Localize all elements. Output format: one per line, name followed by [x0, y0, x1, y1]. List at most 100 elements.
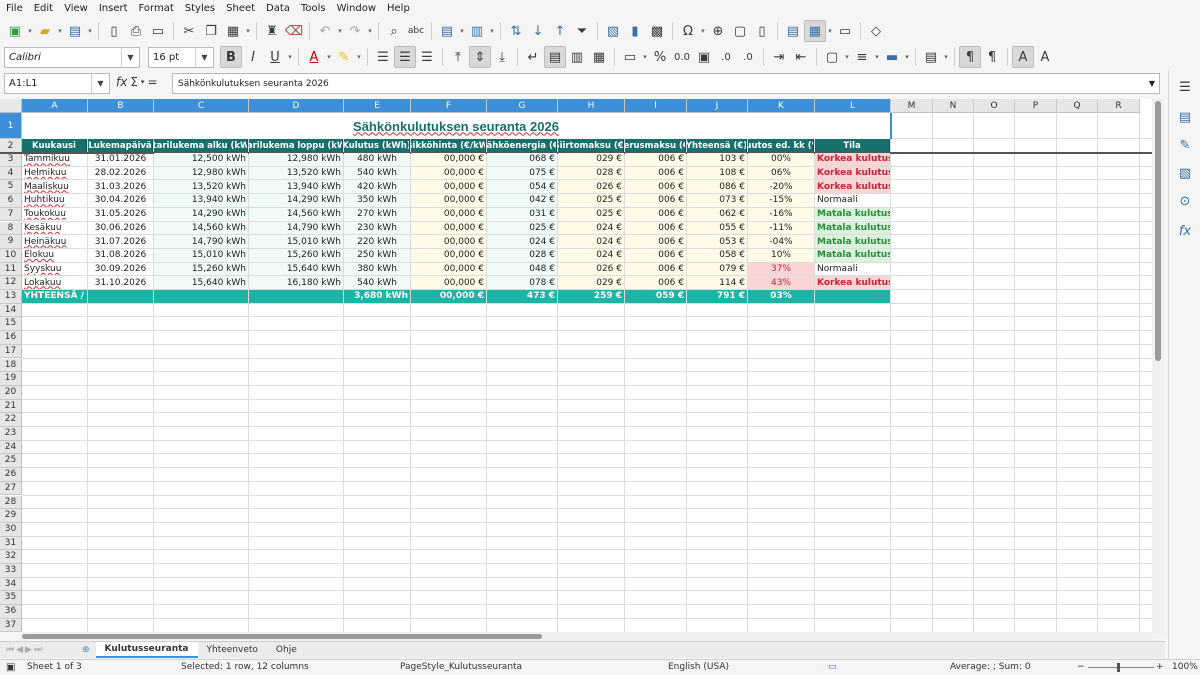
data-cell[interactable]: 540 kWh — [344, 166, 410, 180]
data-cell[interactable]: 079 € — [687, 262, 747, 276]
column-header-l[interactable]: L — [815, 99, 891, 113]
status-cell[interactable]: Normaali — [815, 194, 890, 207]
header-cell[interactable]: Lukemapäivä — [88, 139, 153, 152]
data-cell[interactable]: 380 kWh — [344, 262, 410, 276]
row-dropdown-icon[interactable]: ▾ — [458, 20, 466, 42]
column-header-r[interactable]: R — [1098, 99, 1140, 113]
new-dropdown-icon[interactable]: ▾ — [26, 20, 34, 42]
column-header-b[interactable]: B — [88, 99, 154, 113]
data-cell[interactable]: 15,010 kWh — [249, 235, 343, 248]
spreadsheet-grid[interactable]: ABCDEFGHIJKLMNOPQR 1 2 3 4 5 6 7 8 9 10 11 12 13 14 15… — [0, 99, 1152, 632]
row-header-36[interactable]: 36 — [0, 605, 22, 619]
clone-formatting-icon[interactable]: ♜ — [261, 20, 283, 42]
copy-icon[interactable]: ❐ — [200, 20, 222, 42]
align-top-icon[interactable]: ⤒ — [447, 46, 469, 68]
status-cell[interactable]: Normaali — [815, 263, 890, 276]
data-cell[interactable]: Kesäkuu — [22, 222, 87, 235]
total-cell[interactable]: YHTEENSÄ / KESKIARVO — [22, 290, 87, 303]
data-cell[interactable]: Maaliskuu — [22, 180, 87, 193]
vertical-scrollbar[interactable] — [1152, 99, 1164, 634]
row-header-13[interactable]: 13 — [0, 290, 22, 304]
data-cell[interactable]: 029 € — [558, 276, 624, 289]
data-cell[interactable]: 15,010 kWh — [154, 248, 248, 262]
freeze-dropdown-icon[interactable]: ▾ — [826, 20, 834, 42]
underline-dropdown-icon[interactable]: ▾ — [286, 46, 294, 68]
data-cell[interactable]: 14,290 kWh — [249, 194, 343, 207]
total-cell[interactable]: 00,000 € — [411, 290, 486, 303]
data-cell[interactable]: 37% — [748, 262, 814, 276]
data-cell[interactable]: 30.04.2026 — [88, 194, 153, 207]
data-cell[interactable]: 00,000 € — [411, 276, 486, 289]
data-cell[interactable]: 006 € — [625, 153, 686, 166]
row-header-34[interactable]: 34 — [0, 577, 22, 592]
column-dropdown-icon[interactable]: ▾ — [488, 20, 496, 42]
horizontal-scroll-thumb[interactable] — [22, 634, 542, 639]
navigator-icon[interactable]: ⊙ — [1174, 190, 1196, 212]
data-cell[interactable]: 006 € — [625, 180, 686, 194]
insert-image-icon[interactable]: ▧ — [602, 20, 624, 42]
data-cell[interactable]: 16,180 kWh — [249, 276, 343, 289]
header-cell[interactable]: ksikköhinta (€/kWh — [411, 139, 486, 152]
row-header-24[interactable]: 24 — [0, 440, 22, 455]
row-header-28[interactable]: 28 — [0, 495, 22, 510]
data-cell[interactable]: 103 € — [687, 153, 747, 166]
add-sheet-icon[interactable]: ⊕ — [76, 645, 96, 655]
redo-icon[interactable]: ↷ — [344, 20, 366, 42]
percent-format-icon[interactable]: % — [649, 46, 671, 68]
print-icon[interactable]: ⎙ — [125, 20, 147, 42]
autofilter-icon[interactable]: ⏷ — [571, 20, 593, 42]
column-header-a[interactable]: A — [22, 99, 88, 113]
page-style[interactable]: PageStyle_Kulutusseuranta — [400, 662, 522, 672]
data-cell[interactable]: 250 kWh — [344, 248, 410, 262]
data-cell[interactable]: 28.02.2026 — [88, 167, 153, 180]
sort-ascending-icon[interactable]: ↓ — [527, 20, 549, 42]
new-document-icon[interactable]: ▣ — [4, 20, 26, 42]
previous-sheet-icon[interactable]: ◀ — [16, 645, 23, 655]
data-cell[interactable]: 075 € — [487, 166, 557, 180]
data-cell[interactable]: 220 kWh — [344, 235, 410, 248]
column-header-o[interactable]: O — [974, 99, 1015, 113]
data-cell[interactable]: 108 € — [687, 166, 747, 180]
total-cell[interactable] — [154, 290, 248, 303]
border-style-icon[interactable]: ≡ — [851, 46, 873, 68]
menu-help[interactable]: Help — [387, 3, 410, 14]
selection-mode-icon[interactable]: ▭ — [828, 662, 837, 672]
menu-insert[interactable]: Insert — [99, 3, 128, 14]
sheet-tab-kulutusseuranta[interactable]: Kulutusseuranta — [95, 642, 198, 658]
row-header-12[interactable]: 12 — [0, 276, 22, 290]
data-cell[interactable]: 14,290 kWh — [154, 207, 248, 221]
conditional-dropdown-icon[interactable]: ▾ — [942, 46, 950, 68]
data-cell[interactable]: 058 € — [687, 248, 747, 262]
data-cell[interactable]: Toukokuu — [22, 208, 87, 221]
row-header-20[interactable]: 20 — [0, 385, 22, 400]
row-header-19[interactable]: 19 — [0, 372, 22, 386]
row-header-23[interactable]: 23 — [0, 427, 22, 441]
row-header-29[interactable]: 29 — [0, 509, 22, 523]
row-header-25[interactable]: 25 — [0, 454, 22, 469]
header-cell[interactable]: Kulutus (kWh) — [344, 139, 410, 152]
header-cell[interactable]: Tila — [815, 139, 890, 152]
status-cell[interactable]: Korkea kulutus — [815, 276, 890, 289]
row-header-4[interactable]: 4 — [0, 166, 22, 181]
row-header-33[interactable]: 33 — [0, 564, 22, 578]
insert-chart-icon[interactable]: ▮ — [624, 20, 646, 42]
row-header-15[interactable]: 15 — [0, 317, 22, 332]
data-cell[interactable]: 13,940 kWh — [249, 180, 343, 194]
redo-dropdown-icon[interactable]: ▾ — [366, 20, 374, 42]
data-cell[interactable]: 006 € — [625, 262, 686, 276]
data-cell[interactable]: 00% — [748, 153, 814, 166]
gallery-icon[interactable]: ▧ — [1174, 162, 1196, 184]
menu-file[interactable]: File — [6, 3, 23, 14]
cut-icon[interactable]: ✂ — [178, 20, 200, 42]
data-cell[interactable]: 10% — [748, 248, 814, 262]
data-cell[interactable]: -15% — [748, 194, 814, 207]
header-cell[interactable]: Sähköenergia (€) — [487, 139, 557, 152]
language[interactable]: English (USA) — [668, 662, 729, 672]
status-cell[interactable]: Matala kulutus — [815, 235, 890, 248]
total-cell[interactable]: 473 € — [487, 290, 557, 303]
row-header-3[interactable]: 3 — [0, 153, 22, 167]
right-to-left-icon[interactable]: ¶ — [981, 46, 1003, 68]
data-cell[interactable]: 540 kWh — [344, 276, 410, 289]
formula-icon[interactable]: = — [147, 75, 157, 89]
data-cell[interactable]: 00,000 € — [411, 194, 486, 207]
